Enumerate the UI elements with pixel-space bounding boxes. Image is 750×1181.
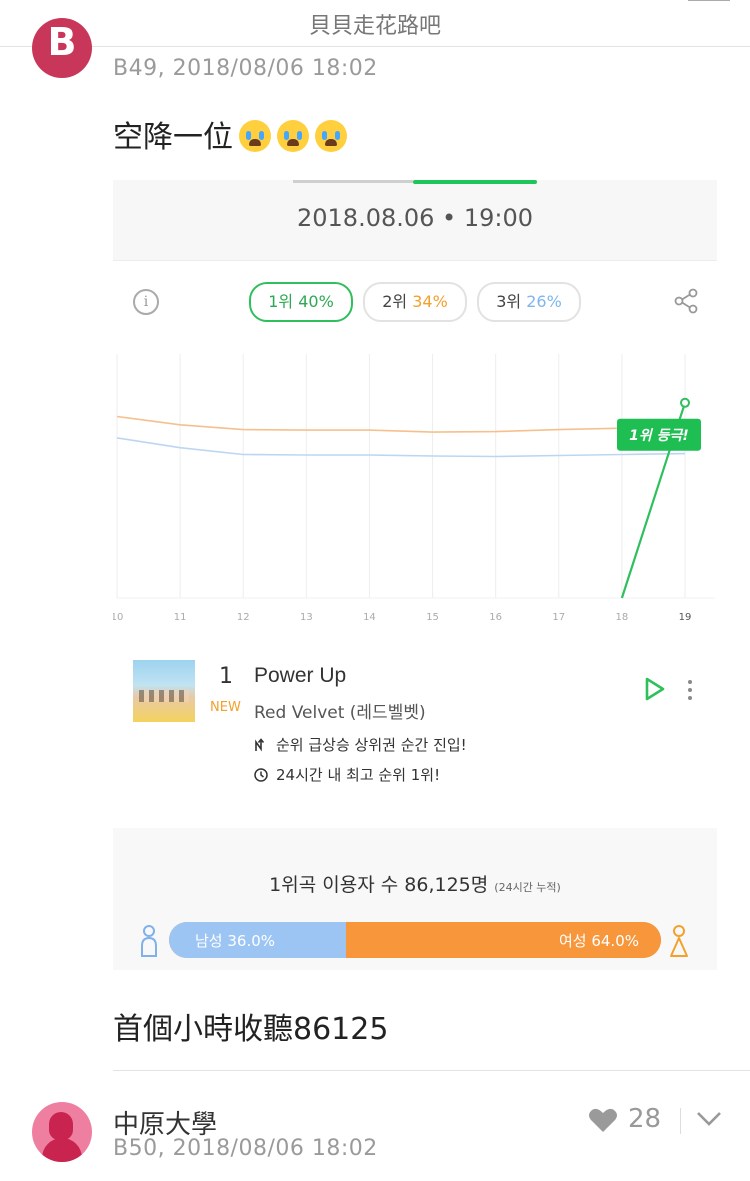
- pill-rank-label: 3위: [496, 292, 522, 311]
- x-tick-label: 18: [616, 612, 629, 623]
- post-text: 空降一位: [113, 112, 347, 156]
- series-line: [116, 437, 686, 458]
- like-count: 28: [628, 1104, 662, 1134]
- listener-stats: 1위곡 이용자 수 86,125명 (24시간 누적) 남성 36.0% 여성 …: [113, 828, 717, 970]
- male-icon: [141, 925, 157, 957]
- series-line: [116, 415, 686, 433]
- listener-count-period: (24시간 누적): [494, 881, 561, 894]
- male-ratio-label: 남성 36.0%: [195, 932, 276, 950]
- post-caption: 首個小時收聽86125: [113, 1012, 389, 1047]
- pill-rank-pct: 34%: [412, 292, 448, 311]
- feature-text: 순위 급상승 상위권 순간 진입!: [276, 736, 467, 754]
- x-tick-label: 15: [426, 612, 439, 623]
- pill-rank-label: 1위: [268, 292, 294, 311]
- clock-icon: [254, 768, 268, 782]
- song-rank: 1: [219, 664, 233, 689]
- chevron-down-icon[interactable]: [696, 1110, 722, 1128]
- pill-rank-3[interactable]: 3위 26%: [477, 282, 581, 322]
- x-tick-label: 14: [363, 612, 376, 623]
- post-divider: [113, 1070, 750, 1071]
- pill-rank-1[interactable]: 1위 40%: [249, 282, 353, 322]
- forum-title: 貝貝走花路吧: [308, 14, 441, 39]
- listener-count-value: 86,125명: [404, 874, 489, 896]
- listener-count-label: 1위곡 이용자 수: [269, 874, 399, 896]
- trend-line-chart: 10 11 12 13 14 15 16 17 18 19 1위 등극!: [113, 354, 715, 623]
- pill-rank-2[interactable]: 2위 34%: [363, 282, 467, 322]
- rank-jump-icon: [255, 738, 265, 752]
- avatar[interactable]: [32, 1102, 92, 1162]
- gender-ratio-bar: 남성 36.0% 여성 64.0%: [169, 922, 661, 958]
- post-floor-time: B50, 2018/08/06 18:02: [113, 1136, 378, 1161]
- x-tick-label: 13: [300, 612, 313, 623]
- x-tick-label: 12: [237, 612, 250, 623]
- top-right-bar: [688, 0, 730, 1]
- listener-count: 1위곡 이용자 수 86,125명 (24시간 누적): [113, 870, 717, 897]
- post-floor-time: B49, 2018/08/06 18:02: [113, 56, 378, 81]
- x-tick-label: 16: [489, 612, 502, 623]
- separator: [680, 1108, 681, 1134]
- loudly-crying-face-icon: [315, 120, 347, 152]
- song-artist[interactable]: Red Velvet (레드벨벳): [254, 698, 426, 723]
- tab-indicator-inactive: [293, 180, 413, 183]
- female-icon: [670, 925, 688, 957]
- play-icon[interactable]: [643, 676, 667, 702]
- x-tick-label: 10: [113, 612, 123, 623]
- song-row[interactable]: 1 NEW Power Up Red Velvet (레드벨벳) 순위 급상승 …: [133, 660, 703, 790]
- female-ratio-label: 여성 64.0%: [558, 932, 639, 950]
- share-icon[interactable]: [673, 288, 699, 314]
- loudly-crying-face-icon: [277, 120, 309, 152]
- loudly-crying-face-icon: [239, 120, 271, 152]
- chart-date: 2018.08.06 • 19:00: [297, 204, 533, 232]
- date-bar: 2018.08.06 • 19:00: [113, 180, 717, 261]
- top-bar: 貝貝走花路吧: [0, 0, 750, 47]
- x-tick-label: 19: [679, 612, 692, 623]
- new-badge: NEW: [210, 700, 241, 715]
- rank-up-badge-label: 1위 등극!: [629, 428, 689, 444]
- series-end-point: [680, 397, 690, 408]
- avatar-letter: B: [47, 20, 77, 64]
- pill-rank-pct: 26%: [526, 292, 562, 311]
- heart-icon[interactable]: [588, 1106, 618, 1134]
- info-icon[interactable]: i: [133, 289, 159, 315]
- avatar[interactable]: B: [32, 18, 92, 78]
- tab-indicator-active: [413, 180, 537, 184]
- post-text-content: 空降一位: [113, 120, 233, 155]
- feature-text: 24시간 내 최고 순위 1위!: [276, 766, 441, 784]
- song-title[interactable]: Power Up: [254, 664, 346, 688]
- x-tick-label: 11: [174, 612, 187, 623]
- pill-rank-label: 2위: [382, 292, 408, 311]
- feature-rank-jump: 순위 급상승 상위권 순간 진입!: [254, 734, 467, 755]
- realtime-chart-card[interactable]: 2018.08.06 • 19:00 i 1위 40% 2위 34% 3위 26…: [113, 180, 717, 970]
- album-cover[interactable]: [133, 660, 195, 722]
- more-options-icon[interactable]: [687, 680, 693, 702]
- x-tick-label: 17: [552, 612, 565, 623]
- pill-rank-pct: 40%: [298, 292, 334, 311]
- feature-top-rank: 24시간 내 최고 순위 1위!: [254, 764, 440, 785]
